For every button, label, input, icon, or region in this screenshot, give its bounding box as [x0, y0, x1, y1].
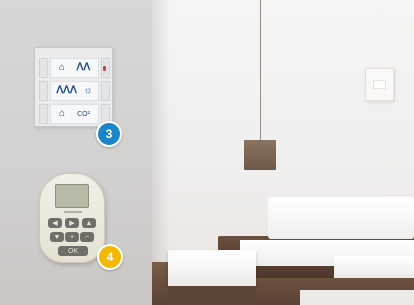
panel-face[interactable]: ⌂ CO²	[50, 104, 99, 124]
wall-switch-rocker	[373, 80, 386, 89]
wall-switch	[365, 68, 394, 101]
panel-key-left[interactable]	[39, 58, 48, 78]
pendant-lamp	[244, 140, 276, 170]
ottoman-base	[168, 286, 256, 305]
house-icon: ⌂	[58, 62, 65, 73]
temperature-icon: ☼	[83, 85, 93, 96]
panel-key-right[interactable]	[101, 81, 110, 101]
remote-down-button[interactable]: ▼	[50, 232, 64, 242]
remote-minus-button[interactable]: −	[80, 232, 94, 242]
remote-display	[55, 184, 89, 208]
remote-ok-button[interactable]: OK	[58, 246, 88, 256]
rug	[300, 290, 414, 305]
pendant-cord	[260, 0, 261, 140]
remote-brand-mark	[64, 211, 82, 213]
sofa-back	[268, 197, 414, 239]
control-panel-row: ᐱᐱᐱ ☼	[39, 81, 110, 101]
remote-plus-button[interactable]: +	[65, 232, 79, 242]
control-panel-row: ⌂ CO²	[39, 104, 110, 124]
remote-right-button[interactable]: ▶	[65, 218, 79, 228]
panel-face[interactable]: ⌂ ᐱᐱ	[50, 58, 99, 78]
ottoman	[168, 250, 256, 288]
two-people-icon: ᐱᐱ	[76, 62, 91, 73]
status-led	[103, 66, 106, 71]
co2-label: CO²	[77, 110, 90, 118]
home-alert-icon: ⌂	[59, 108, 66, 119]
panel-key-right[interactable]	[101, 58, 110, 78]
wall-control-panel: ⌂ ᐱᐱ ᐱᐱᐱ ☼ ⌂ CO²	[34, 47, 113, 127]
group-people-icon: ᐱᐱᐱ	[56, 85, 77, 96]
callout-badge-3: 3	[96, 121, 122, 147]
callout-badge-4: 4	[97, 244, 123, 270]
remote-left-button[interactable]: ◀	[48, 218, 62, 228]
sofa-cushion	[334, 256, 414, 278]
control-panel-row: ⌂ ᐱᐱ	[39, 58, 110, 78]
handheld-remote: ◀ ▶ ▲ ▼ + − OK	[39, 173, 105, 263]
remote-up-button[interactable]: ▲	[82, 218, 96, 228]
panel-key-left[interactable]	[39, 81, 48, 101]
panel-key-left[interactable]	[39, 104, 48, 124]
panel-face[interactable]: ᐱᐱᐱ ☼	[50, 81, 99, 101]
